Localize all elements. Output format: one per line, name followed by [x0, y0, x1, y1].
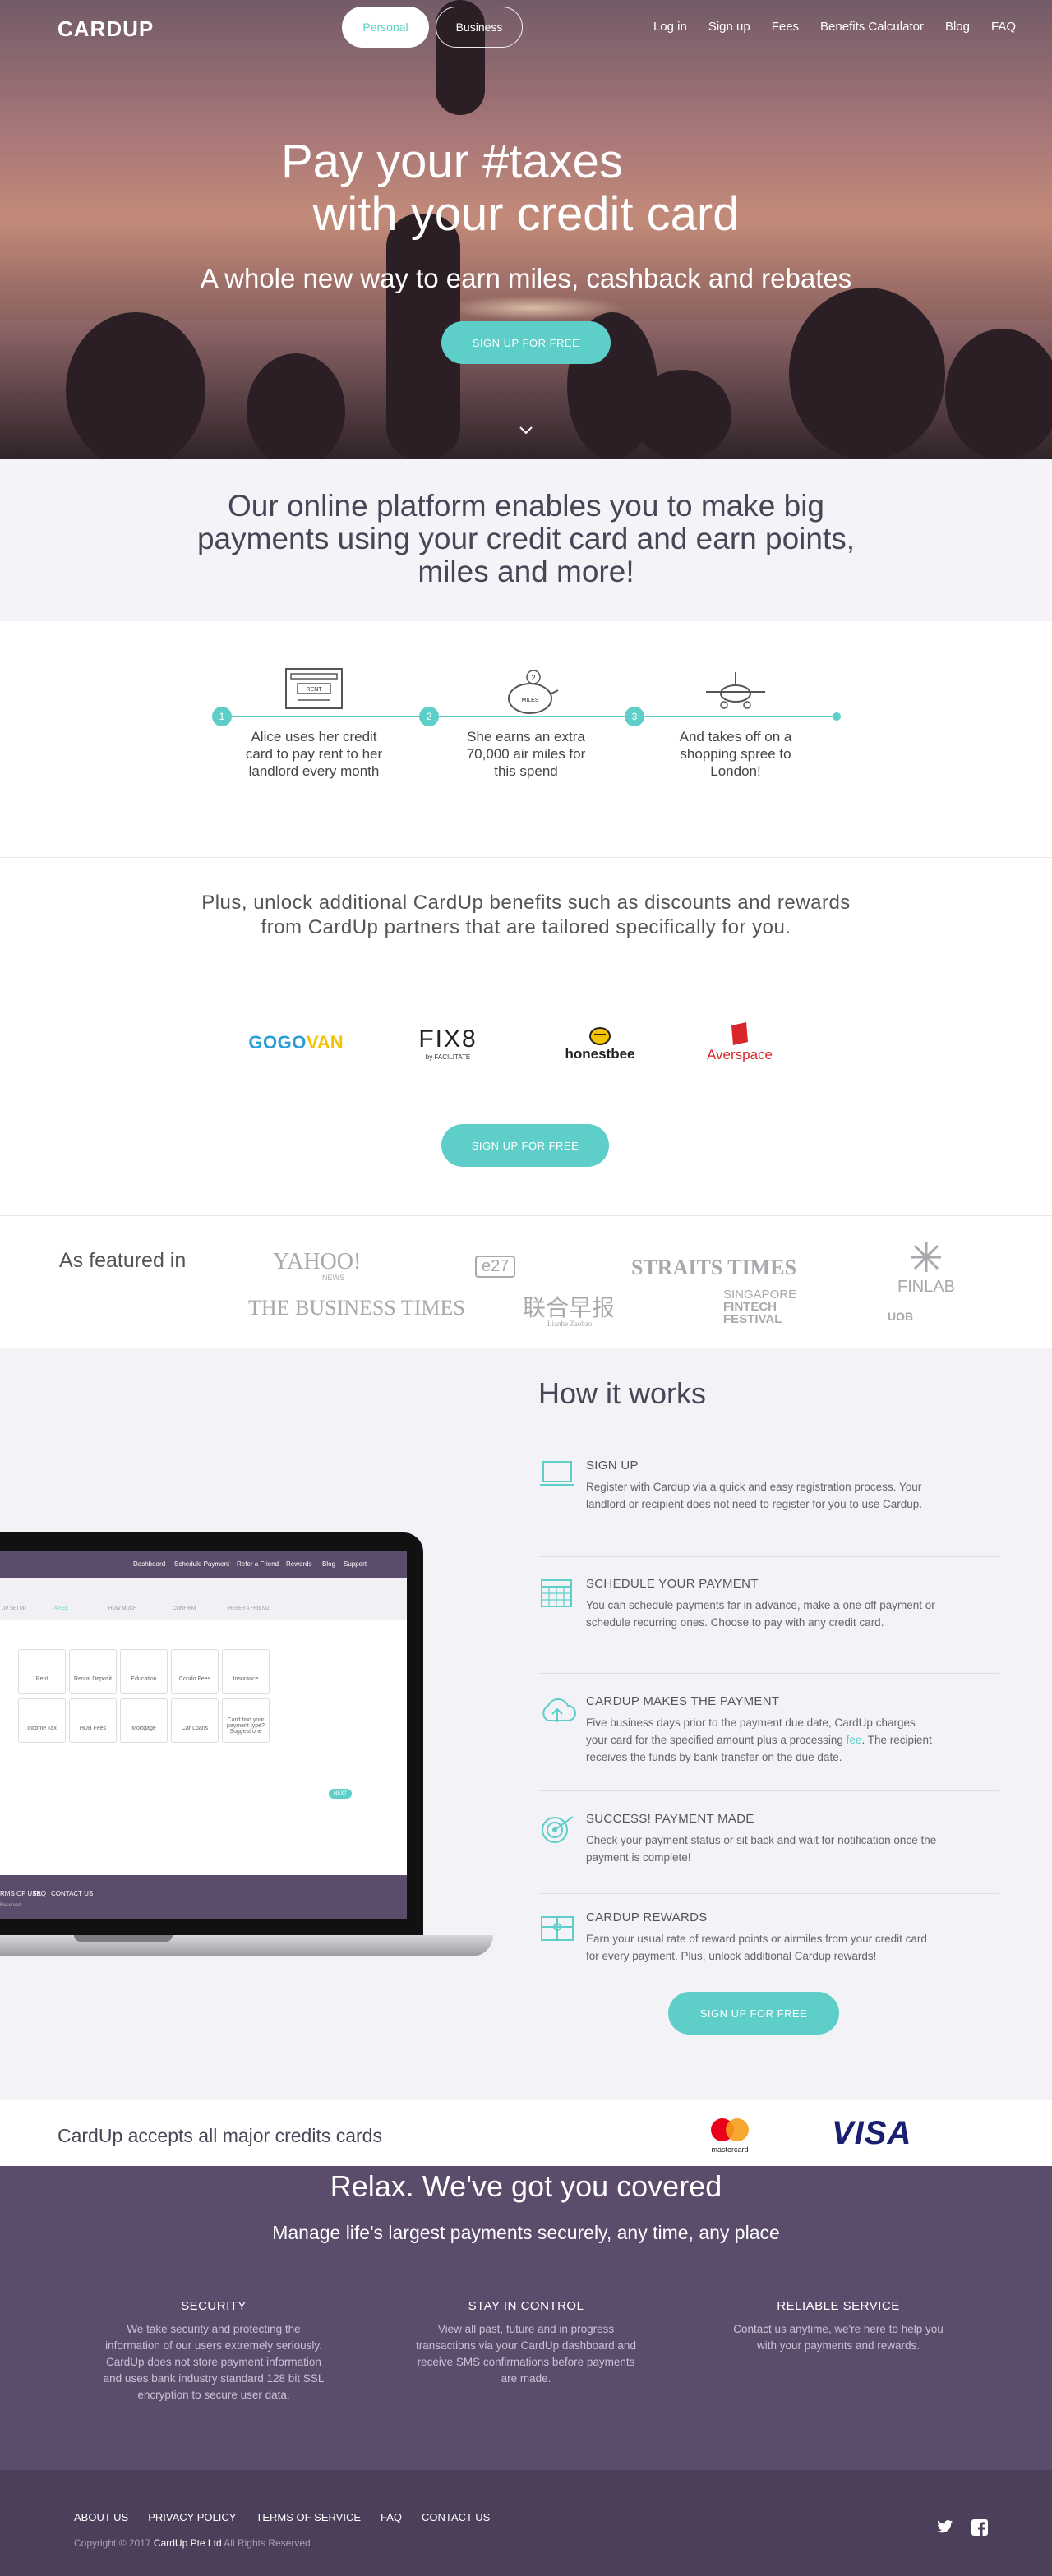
- feature-reliable-service: RELIABLE SERVICE Contact us anytime, we'…: [733, 2299, 944, 2352]
- hero-signup-button[interactable]: SIGN UP FOR FREE: [441, 321, 611, 364]
- nav-link-faq[interactable]: FAQ: [991, 20, 1016, 34]
- airplane-icon: [703, 667, 768, 717]
- featured-in-section: As featured in YAHOO! NEWS e27 STRAITS T…: [0, 1216, 1052, 1348]
- finlab-logo: FINLAB: [897, 1241, 955, 1297]
- social-links: [937, 2519, 988, 2540]
- yahoo-news-logo: YAHOO!: [273, 1249, 362, 1274]
- relax-subtitle: Manage life's largest payments securely,…: [272, 2222, 780, 2243]
- nav-link-blog[interactable]: Blog: [945, 20, 970, 34]
- e27-logo: e27: [475, 1256, 516, 1278]
- fix8-logo[interactable]: FIX8 by FACILITATE: [403, 1018, 493, 1067]
- hero-subtitle: A whole new way to earn miles, cashback …: [200, 263, 852, 293]
- fintech-festival-logo: SINGAPORE FINTECH FESTIVAL: [723, 1288, 797, 1326]
- lianhe-zaobao-logo: 联合早报: [523, 1296, 616, 1321]
- partners-section: Plus, unlock additional CardUp benefits …: [0, 858, 1052, 1216]
- how-step-payment: CARDUP MAKES THE PAYMENT Five business d…: [538, 1694, 999, 1791]
- cardup-logo[interactable]: CARDUP: [58, 16, 154, 42]
- gift-icon: [538, 1910, 576, 1943]
- step-text: She earns an extra 70,000 air miles for …: [466, 729, 586, 779]
- nav-link-benefits-calculator[interactable]: Benefits Calculator: [820, 20, 924, 34]
- starburst-icon: [911, 1242, 941, 1272]
- personal-toggle-button[interactable]: Personal: [342, 7, 429, 48]
- footer-link-privacy[interactable]: PRIVACY POLICY: [148, 2511, 236, 2523]
- account-type-toggle: Personal Business: [342, 7, 523, 48]
- hero-title: Pay your #taxes with your credit card: [281, 135, 740, 241]
- footer-link-faq[interactable]: FAQ: [381, 2511, 402, 2523]
- feature-stay-in-control: STAY IN CONTROL View all past, future an…: [416, 2299, 636, 2385]
- fee-link[interactable]: fee: [847, 1734, 862, 1746]
- honestbee-logo[interactable]: honestbee: [555, 1018, 645, 1067]
- step-number: 2: [419, 707, 439, 726]
- svg-text:MILES: MILES: [521, 698, 538, 703]
- nav-link-signup[interactable]: Sign up: [708, 20, 750, 34]
- nav-link-fees[interactable]: Fees: [772, 20, 799, 34]
- hero-section: CARDUP Personal Business Log in Sign up …: [0, 0, 1052, 459]
- straits-times-logo: STRAITS TIMES: [631, 1256, 797, 1279]
- how-step-schedule: SCHEDULE YOUR PAYMENT You can schedule p…: [538, 1577, 999, 1674]
- how-step-signup: SIGN UP Register with Cardup via a quick…: [538, 1459, 999, 1557]
- footer-links: ABOUT US PRIVACY POLICY TERMS OF SERVICE…: [74, 2511, 490, 2523]
- target-icon: [538, 1812, 576, 1845]
- top-nav: Log in Sign up Fees Benefits Calculator …: [653, 20, 1016, 34]
- footer: ABOUT US PRIVACY POLICY TERMS OF SERVICE…: [0, 2470, 1052, 2576]
- svg-text:2: 2: [531, 674, 535, 682]
- business-toggle-button[interactable]: Business: [436, 7, 523, 48]
- how-it-works-title: How it works: [538, 1376, 707, 1410]
- chevron-down-icon[interactable]: [518, 419, 534, 440]
- laptop-mockup: Dashboard Schedule Payment Refer a Frien…: [0, 1532, 493, 1960]
- featured-label: As featured in: [59, 1249, 187, 1272]
- gogovan-logo[interactable]: GOGO VAN: [238, 1018, 353, 1067]
- averspace-mark-icon: [731, 1022, 748, 1045]
- cloud-upload-icon: [538, 1694, 576, 1727]
- laptop-screen: Dashboard Schedule Payment Refer a Frien…: [0, 1551, 407, 1919]
- step-number: 3: [625, 707, 644, 726]
- how-it-works-section: Dashboard Schedule Payment Refer a Frien…: [0, 1348, 1052, 2100]
- business-times-logo: THE BUSINESS TIMES: [248, 1296, 465, 1320]
- rent-invoice-icon: RENT: [281, 667, 347, 717]
- facebook-icon[interactable]: [971, 2519, 988, 2540]
- how-signup-button[interactable]: SIGN UP FOR FREE: [668, 1992, 839, 2035]
- visa-logo: VISA: [832, 2115, 912, 2151]
- step-text: Alice uses her credit card to pay rent t…: [245, 729, 383, 779]
- how-step-success: SUCCESS! PAYMENT MADE Check your payment…: [538, 1812, 999, 1894]
- mastercard-logo: mastercard: [705, 2115, 754, 2154]
- averspace-logo[interactable]: Averspace: [694, 1018, 785, 1067]
- example-steps-section: RENT 2 MILES 1 2 3 Alice uses her credit…: [0, 621, 1052, 858]
- how-step-rewards: CARDUP REWARDS Earn your usual rate of r…: [538, 1910, 999, 1984]
- relax-section: Relax. We've got you covered Manage life…: [0, 2166, 1052, 2470]
- calendar-icon: [538, 1577, 576, 1610]
- step-number: 1: [212, 707, 232, 726]
- nav-link-login[interactable]: Log in: [653, 20, 687, 34]
- partners-signup-button[interactable]: SIGN UP FOR FREE: [441, 1124, 609, 1167]
- platform-text: Our online platform enables you to make …: [196, 489, 856, 588]
- partners-intro: Plus, unlock additional CardUp benefits …: [201, 892, 851, 938]
- platform-section: Our online platform enables you to make …: [0, 459, 1052, 621]
- relax-title: Relax. We've got you covered: [330, 2169, 722, 2203]
- laptop-icon: [538, 1459, 576, 1491]
- svg-text:RENT: RENT: [306, 687, 322, 693]
- uob-logo: UOB: [888, 1310, 914, 1323]
- twitter-icon[interactable]: [937, 2519, 953, 2540]
- footer-link-terms[interactable]: TERMS OF SERVICE: [256, 2511, 361, 2523]
- bee-icon: [589, 1027, 611, 1045]
- copyright: Copyright © 2017 CardUp Pte Ltd All Righ…: [74, 2537, 311, 2549]
- feature-security: SECURITY We take security and protecting…: [103, 2299, 325, 2401]
- piggy-bank-icon: 2 MILES: [497, 667, 563, 717]
- footer-link-about[interactable]: ABOUT US: [74, 2511, 128, 2523]
- accepted-cards-section: CardUp accepts all major credits cards m…: [0, 2100, 1052, 2166]
- step-text: And takes off on a shopping spree to Lon…: [679, 729, 792, 779]
- accepted-cards-label: CardUp accepts all major credits cards: [58, 2125, 382, 2146]
- footer-link-contact[interactable]: CONTACT US: [422, 2511, 490, 2523]
